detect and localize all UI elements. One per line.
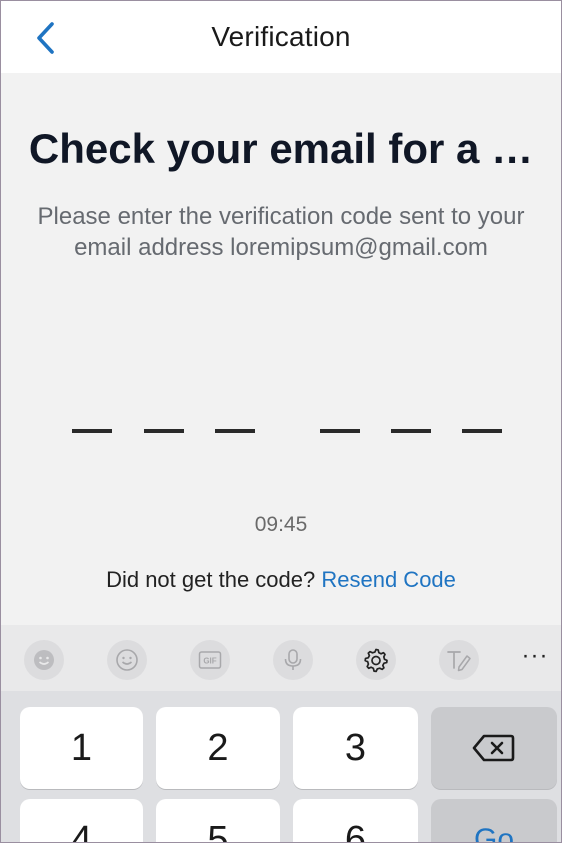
code-digit-slot-4[interactable]: [320, 429, 360, 433]
sticker-button[interactable]: [24, 640, 64, 680]
page-title: Verification: [211, 21, 351, 52]
more-icon: ···: [521, 642, 549, 669]
code-digit-slot-5[interactable]: [391, 429, 431, 433]
key-2[interactable]: 2: [156, 707, 280, 789]
top-nav-bar: Verification: [1, 1, 561, 73]
emoji-icon: [116, 649, 138, 671]
gif-icon: GIF: [198, 651, 222, 669]
verification-instructions: Please enter the verification code sent …: [37, 203, 525, 261]
verification-heading: Check your email for a …: [28, 125, 534, 172]
sticker-icon: [34, 650, 54, 670]
key-5[interactable]: 5: [156, 799, 280, 842]
key-4[interactable]: 4: [20, 799, 143, 842]
resend-prompt-line: Did not get the code? Resend Code: [1, 567, 561, 593]
backspace-icon: [472, 734, 515, 762]
emoji-button[interactable]: [107, 640, 147, 680]
numeric-keyboard: 1 2 3 4 5 6 Go: [1, 691, 561, 842]
resend-code-link[interactable]: Resend Code: [321, 567, 456, 592]
backspace-key[interactable]: [431, 707, 557, 789]
go-key[interactable]: Go: [431, 799, 557, 842]
gear-icon: [364, 648, 388, 673]
more-options-button[interactable]: ···: [520, 642, 550, 669]
handwriting-button[interactable]: [439, 640, 479, 680]
code-digit-slot-2[interactable]: [144, 429, 184, 433]
handwriting-icon: [447, 651, 471, 672]
verification-content: Check your email for a … Please enter th…: [1, 73, 561, 625]
countdown-timer: 09:45: [254, 513, 308, 536]
code-digit-slot-3[interactable]: [215, 429, 255, 433]
key-1[interactable]: 1: [20, 707, 143, 789]
code-digit-slot-1[interactable]: [72, 429, 112, 433]
keyboard-toolbar: GIF ···: [1, 625, 561, 691]
gif-label: GIF: [203, 657, 216, 666]
microphone-icon: [284, 649, 302, 670]
voice-input-button[interactable]: [273, 640, 313, 680]
code-digit-slot-6[interactable]: [462, 429, 502, 433]
phone-screen: Verification Check your email for a … Pl…: [0, 0, 562, 843]
keyboard-settings-button[interactable]: [356, 640, 396, 680]
key-3[interactable]: 3: [293, 707, 418, 789]
gif-button[interactable]: GIF: [190, 640, 230, 680]
resend-prompt-text: Did not get the code?: [106, 567, 316, 592]
key-6[interactable]: 6: [293, 799, 418, 842]
